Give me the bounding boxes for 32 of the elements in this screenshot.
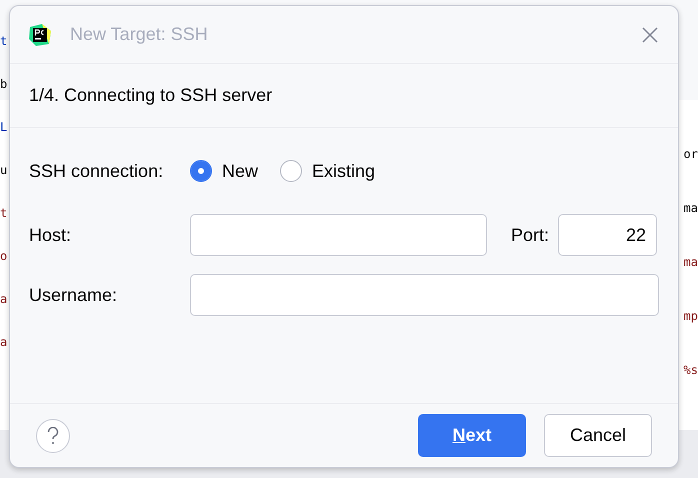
port-field[interactable]: 22	[558, 214, 658, 256]
code-fragment: a	[0, 291, 8, 307]
cancel-button[interactable]: Cancel	[544, 414, 652, 457]
code-fragment: u	[0, 162, 8, 178]
code-fragment: t	[0, 205, 8, 221]
radio-option[interactable]: New	[190, 160, 258, 182]
radio-option[interactable]: Existing	[280, 160, 376, 182]
app-logo-icon	[28, 22, 52, 46]
code-fragment: b	[0, 76, 8, 92]
code-fragment: o	[0, 248, 8, 264]
close-icon[interactable]	[642, 26, 658, 42]
code-fragment: L	[0, 119, 8, 135]
field-label: Port:	[511, 224, 550, 246]
code-fragment: ma	[684, 200, 698, 216]
username-field[interactable]	[190, 274, 659, 316]
radio-button[interactable]	[190, 160, 212, 182]
field-label: Host:	[29, 224, 72, 246]
help-button[interactable]	[36, 418, 70, 452]
code-fragment: %s	[684, 362, 698, 378]
question-mark-icon	[47, 426, 59, 444]
window-title: New Target: SSH	[70, 24, 209, 45]
code-fragment: mp	[684, 308, 698, 324]
code-fragment: ma	[684, 254, 698, 270]
code-fragment: t	[0, 33, 8, 49]
host-field[interactable]	[190, 214, 487, 256]
step-heading: 1/4. Connecting to SSH server	[29, 85, 272, 106]
field-label: Username:	[29, 284, 118, 306]
code-fragment: or	[684, 146, 698, 162]
code-fragment: a	[0, 334, 8, 350]
field-label: SSH connection:	[29, 160, 164, 182]
radio-button[interactable]	[280, 160, 302, 182]
next-button[interactable]: Next	[418, 414, 526, 457]
